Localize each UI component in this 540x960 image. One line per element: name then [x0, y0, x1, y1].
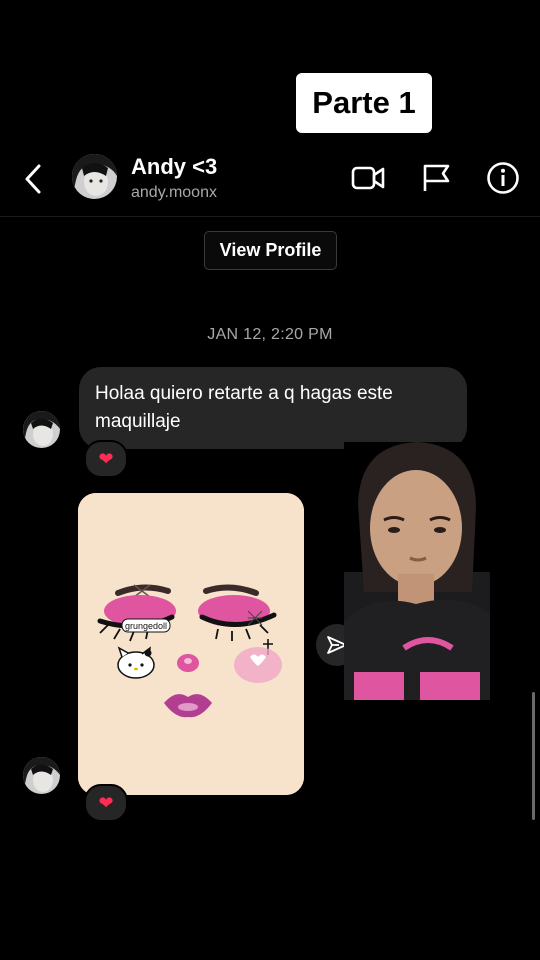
parte-label: Parte 1 — [296, 73, 432, 133]
shared-image[interactable]: grungedoll — [78, 493, 304, 795]
grungedoll-text: grungedoll — [125, 621, 167, 631]
message-timestamp: JAN 12, 2:20 PM — [207, 326, 333, 343]
scrollbar[interactable] — [532, 692, 535, 820]
contact-handle[interactable]: andy.moonx — [131, 184, 217, 202]
back-chevron-icon[interactable] — [20, 162, 50, 196]
heart-reaction[interactable]: ❤ — [84, 440, 128, 478]
contact-name[interactable]: Andy <3 — [131, 154, 217, 180]
view-profile-button[interactable]: View Profile — [204, 231, 337, 270]
avatar[interactable] — [72, 154, 117, 199]
info-icon[interactable] — [485, 160, 521, 196]
chat-header: Andy <3 andy.moonx — [0, 148, 540, 217]
message-bubble[interactable]: Holaa quiero retarte a q hagas este maqu… — [79, 367, 467, 449]
reaction-video — [344, 442, 490, 700]
sender-avatar[interactable] — [23, 757, 60, 794]
video-call-icon[interactable] — [350, 160, 386, 196]
sender-avatar[interactable] — [23, 411, 60, 448]
heart-reaction[interactable]: ❤ — [84, 784, 128, 822]
flag-icon[interactable] — [418, 160, 454, 196]
